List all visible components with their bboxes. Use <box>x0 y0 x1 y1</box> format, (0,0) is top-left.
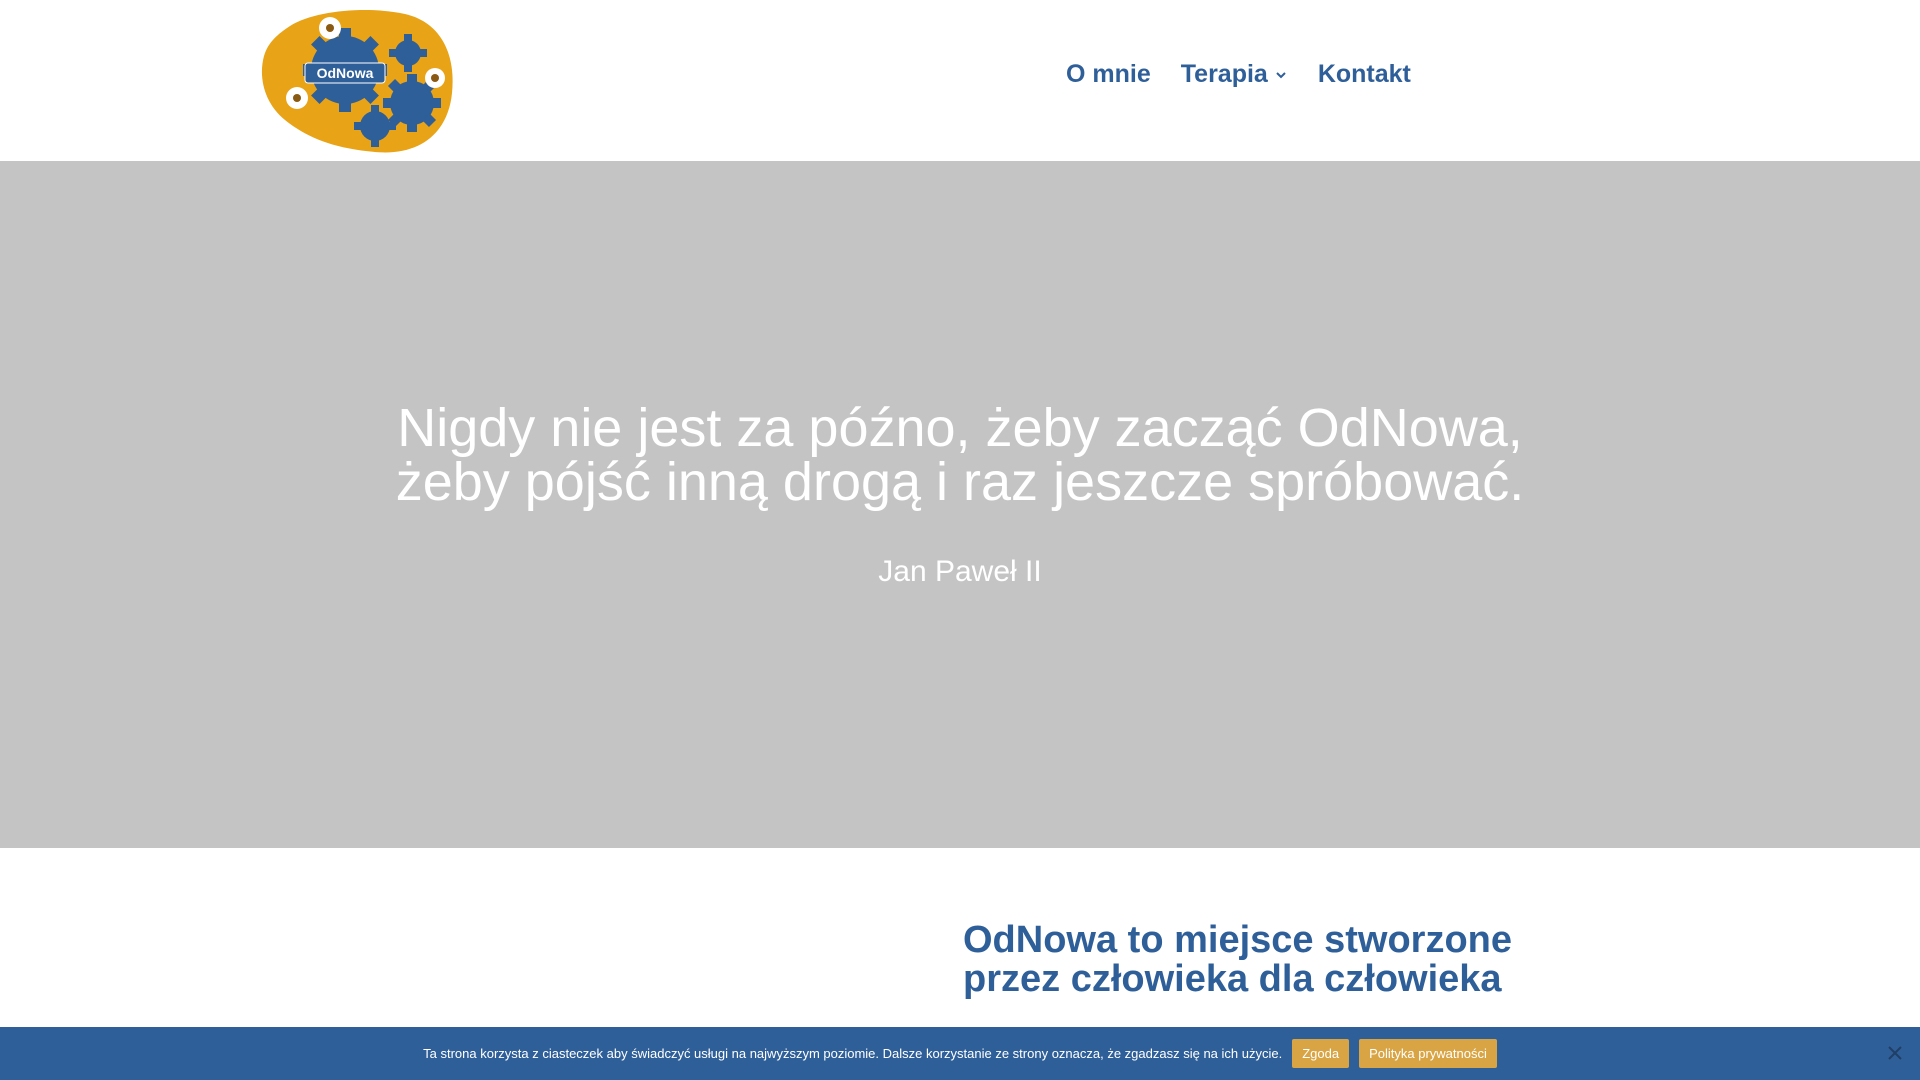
intro-heading-line: OdNowa to miejsce stworzone <box>963 919 1512 961</box>
nav-item-label: O mnie <box>1066 60 1151 88</box>
svg-text:OdNowa: OdNowa <box>317 65 374 81</box>
nav-item-terapia[interactable]: Terapia <box>1181 60 1288 89</box>
gears-logo-icon: OdNowa <box>261 10 453 153</box>
hero-quote-line: Nigdy nie jest za późno, żeby zacząć OdN… <box>397 398 1523 458</box>
main-nav: O mnie Terapia Kontakt <box>1066 60 1411 89</box>
intro-heading: OdNowa to miejsce stworzone przez człowi… <box>963 921 1663 999</box>
intro-heading-line: przez człowieka dla człowieka <box>963 958 1502 1000</box>
cookie-notice-text: Ta strona korzysta z ciasteczek aby świa… <box>423 1046 1283 1061</box>
privacy-policy-button[interactable]: Polityka prywatności <box>1359 1039 1497 1068</box>
hero-quote-line: żeby pójść inną drogą i raz jeszcze spró… <box>395 452 1525 512</box>
hero-quote-author: Jan Paweł II <box>878 555 1042 588</box>
cookie-notice-content: Ta strona korzysta z ciasteczek aby świa… <box>0 1027 1920 1080</box>
cookie-accept-button[interactable]: Zgoda <box>1292 1039 1350 1068</box>
nav-item-label: Kontakt <box>1317 60 1411 88</box>
site-header: OdNowa O mnie Terapia Kontakt <box>0 0 1920 161</box>
hero-quote: Nigdy nie jest za późno, żeby zacząć OdN… <box>0 401 1920 509</box>
chevron-down-icon[interactable] <box>1274 68 1288 82</box>
close-icon[interactable] <box>1886 1044 1904 1062</box>
hero-banner: Nigdy nie jest za późno, żeby zacząć OdN… <box>0 161 1920 848</box>
nav-item-label: Terapia <box>1180 60 1268 88</box>
nav-item-kontakt[interactable]: Kontakt <box>1318 60 1411 89</box>
nav-item-o-mnie[interactable]: O mnie <box>1066 60 1151 89</box>
site-logo[interactable]: OdNowa <box>260 8 454 154</box>
cookie-notice-bar: Ta strona korzysta z ciasteczek aby świa… <box>0 1027 1920 1080</box>
